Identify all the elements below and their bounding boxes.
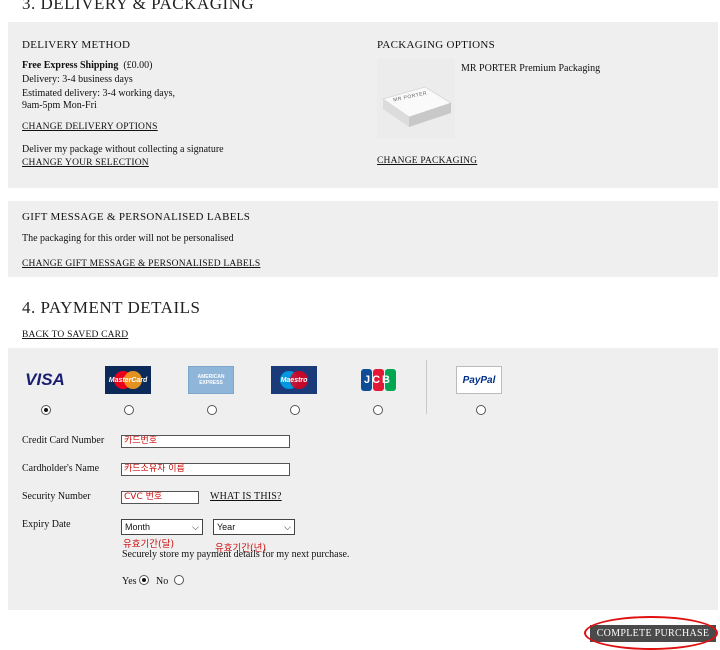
amex-logo-icon[interactable]: AMERICAN EXPRESS: [188, 366, 234, 394]
paypal-logo-icon[interactable]: PayPal: [456, 366, 502, 394]
store-details-text: Securely store my payment details for my…: [122, 549, 350, 560]
chevron-down-icon: ⌵: [284, 522, 291, 532]
packaging-options-heading: PACKAGING OPTIONS: [377, 39, 496, 51]
security-number-label: Security Number: [22, 491, 91, 502]
what-is-this-link[interactable]: WHAT IS THIS?: [210, 491, 282, 502]
cardholder-name-label: Cardholder's Name: [22, 463, 100, 474]
shipping-option: Free Express Shipping (£0.00): [22, 59, 153, 72]
expiry-year-value: Year: [217, 522, 236, 532]
security-number-placeholder: CVC 번호: [124, 492, 163, 502]
signature-text: Deliver my package without collecting a …: [22, 144, 224, 155]
shipping-price: (£0.00): [123, 60, 153, 71]
mastercard-logo-icon[interactable]: MasterCard: [105, 366, 151, 394]
packaging-name: MR PORTER Premium Packaging: [461, 63, 601, 74]
no-label: No: [156, 576, 169, 587]
jcb-radio[interactable]: [373, 405, 383, 415]
gift-heading: GIFT MESSAGE & PERSONALISED LABELS: [22, 211, 251, 223]
delivery-line-3: 9am-5pm Mon-Fri: [22, 100, 97, 111]
cardholder-name-placeholder: 카드소유자 이름: [124, 464, 185, 474]
delivery-method-heading: DELIVERY METHOD: [22, 39, 131, 51]
back-to-saved-card-link[interactable]: BACK TO SAVED CARD: [22, 330, 128, 340]
mastercard-radio[interactable]: [124, 405, 134, 415]
expiry-year-select[interactable]: Year ⌵: [213, 519, 295, 535]
cardholder-name-input[interactable]: 카드소유자 이름: [121, 463, 290, 476]
jcb-logo-icon[interactable]: JCB: [355, 366, 401, 394]
change-delivery-options-link[interactable]: CHANGE DELIVERY OPTIONS: [22, 122, 158, 132]
store-no-radio[interactable]: [174, 575, 184, 585]
visa-logo-icon[interactable]: VISA: [22, 366, 68, 394]
gift-text: The packaging for this order will not be…: [22, 233, 234, 244]
maestro-radio[interactable]: [290, 405, 300, 415]
delivery-section-title: 3. DELIVERY & PACKAGING: [22, 0, 255, 13]
delivery-line-1: Delivery: 3-4 business days: [22, 74, 133, 85]
expiry-month-value: Month: [125, 522, 151, 532]
packaging-box-image: MR PORTER: [377, 59, 455, 139]
card-number-label: Credit Card Number: [22, 435, 105, 446]
packaging-box-icon: [377, 59, 455, 139]
store-yes-radio[interactable]: [139, 575, 149, 585]
visa-radio[interactable]: [41, 405, 51, 415]
paypal-radio[interactable]: [476, 405, 486, 415]
card-number-input[interactable]: 카드번호: [121, 435, 290, 448]
change-packaging-link[interactable]: CHANGE PACKAGING: [377, 156, 477, 166]
highlight-ellipse: [584, 616, 718, 650]
security-number-input[interactable]: CVC 번호: [121, 491, 199, 504]
yes-label: Yes: [122, 576, 137, 587]
payment-section-title: 4. PAYMENT DETAILS: [22, 298, 201, 317]
change-selection-link[interactable]: CHANGE YOUR SELECTION: [22, 158, 149, 168]
month-annotation: 유효기간(달): [123, 539, 175, 550]
card-number-placeholder: 카드번호: [124, 436, 158, 446]
maestro-logo-icon[interactable]: Maestro: [271, 366, 317, 394]
expiry-date-label: Expiry Date: [22, 519, 71, 530]
shipping-name: Free Express Shipping: [22, 60, 119, 71]
change-gift-message-link[interactable]: CHANGE GIFT MESSAGE & PERSONALISED LABEL…: [22, 259, 260, 269]
card-divider: [426, 360, 427, 414]
amex-radio[interactable]: [207, 405, 217, 415]
expiry-month-select[interactable]: Month ⌵: [121, 519, 203, 535]
chevron-down-icon: ⌵: [192, 522, 199, 532]
